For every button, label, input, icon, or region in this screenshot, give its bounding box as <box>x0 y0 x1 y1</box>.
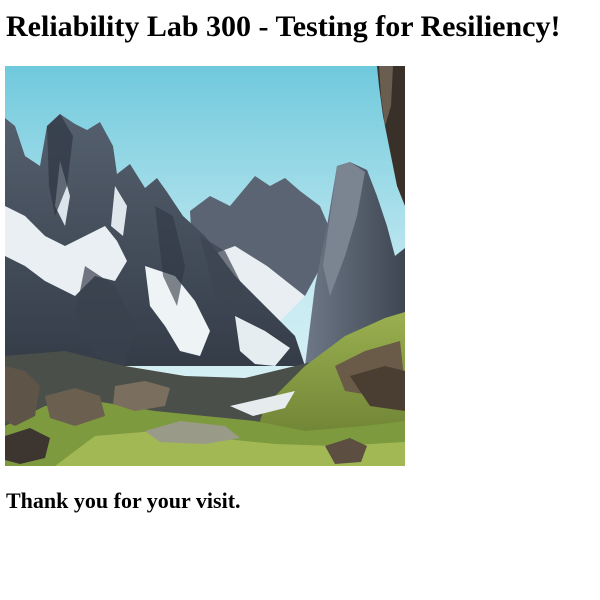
thank-you-message: Thank you for your visit. <box>6 488 241 513</box>
mountain-photo <box>5 66 405 466</box>
page-title: Reliability Lab 300 - Testing for Resili… <box>6 10 561 43</box>
page: Reliability Lab 300 - Testing for Resili… <box>0 0 600 600</box>
